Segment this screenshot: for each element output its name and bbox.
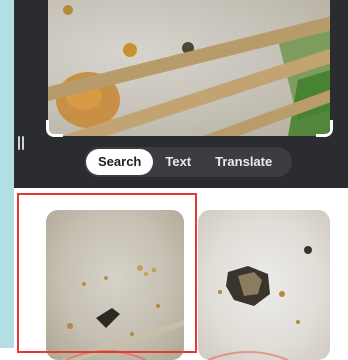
camera-preview-image (48, 5, 330, 136)
result-card-2[interactable] (198, 210, 330, 360)
side-strip (0, 0, 14, 348)
result-card-1[interactable] (46, 210, 184, 360)
lens-mode-tabs: Search Text Translate (84, 147, 292, 177)
scan-frame-corner (316, 120, 333, 137)
tab-translate[interactable]: Translate (203, 149, 284, 175)
scan-frame-corner (46, 120, 63, 137)
tab-text[interactable]: Text (153, 149, 203, 175)
visual-results-grid (14, 188, 348, 360)
camera-preview[interactable] (48, 0, 330, 136)
tab-search[interactable]: Search (86, 149, 154, 175)
result-image-1 (46, 265, 184, 360)
drag-handle-icon[interactable] (18, 136, 26, 150)
result-image-2 (207, 246, 312, 360)
